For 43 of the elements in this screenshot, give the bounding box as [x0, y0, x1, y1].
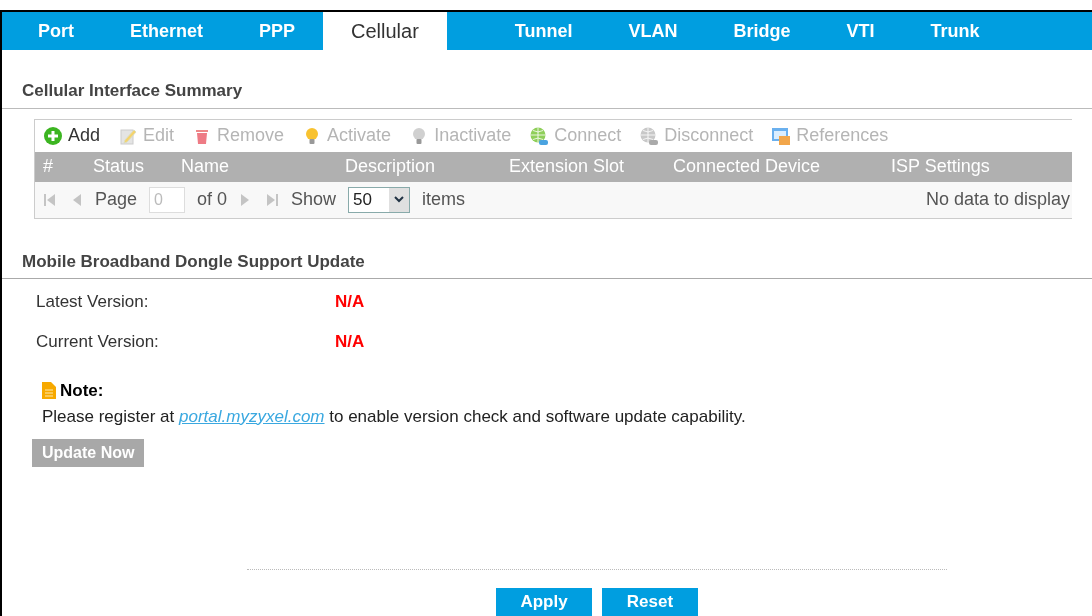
note-text: Please register at portal.myzyxel.com to enable version check and software update capability.	[42, 405, 746, 428]
window-folder-icon	[771, 125, 792, 146]
empty-message: No data to display	[925, 188, 1071, 211]
tab[interactable]: PPP	[231, 12, 324, 50]
tab[interactable]: VLAN	[600, 12, 706, 50]
tab[interactable]: Bridge	[705, 12, 819, 50]
globe-icon	[639, 125, 660, 146]
per-page-dropdown[interactable]: 50	[348, 186, 411, 213]
form-button[interactable]: Reset	[602, 588, 698, 616]
form-button[interactable]: Apply	[496, 588, 592, 616]
tab[interactable]: Tunnel	[486, 12, 601, 50]
items-label: items	[422, 188, 466, 211]
show-label: Show	[291, 188, 337, 211]
page-input[interactable]: 0	[149, 186, 186, 213]
first-page-icon[interactable]	[43, 191, 57, 208]
page-count: of 0	[197, 188, 228, 211]
tab[interactable]: Cellular	[323, 12, 447, 50]
column-header[interactable]: #	[43, 153, 93, 180]
portal-link[interactable]: portal.myzyxel.com	[179, 406, 325, 426]
section-title: Cellular Interface Summary	[22, 80, 243, 102]
add-icon	[43, 125, 63, 146]
field-value: N/A	[335, 291, 365, 313]
column-header[interactable]: ISP Settings	[891, 153, 1041, 180]
field-value: N/A	[335, 330, 365, 353]
field-label: Latest Version:	[36, 291, 150, 313]
note-title: Note:	[60, 380, 104, 402]
field-label: Current Version:	[36, 330, 160, 353]
column-header[interactable]: Description	[345, 153, 509, 180]
toolbar-button[interactable]: Add	[43, 122, 101, 149]
tab[interactable]: VTI	[818, 12, 903, 50]
column-header[interactable]: Extension Slot	[509, 153, 673, 180]
page-label: Page	[95, 188, 138, 211]
last-page-icon[interactable]	[265, 191, 280, 208]
section-title: Mobile Broadband Dongle Support Update	[22, 250, 365, 273]
column-header[interactable]: Status	[93, 153, 181, 180]
tab[interactable]: Ethernet	[102, 12, 231, 50]
tab[interactable]: Port	[10, 12, 102, 50]
tab[interactable]: Trunk	[902, 12, 1008, 50]
caret-icon	[394, 195, 405, 204]
column-header[interactable]: Name	[181, 153, 345, 180]
note-icon	[42, 382, 56, 400]
column-header[interactable]: Connected Device	[673, 153, 891, 180]
globe-icon	[529, 125, 550, 146]
